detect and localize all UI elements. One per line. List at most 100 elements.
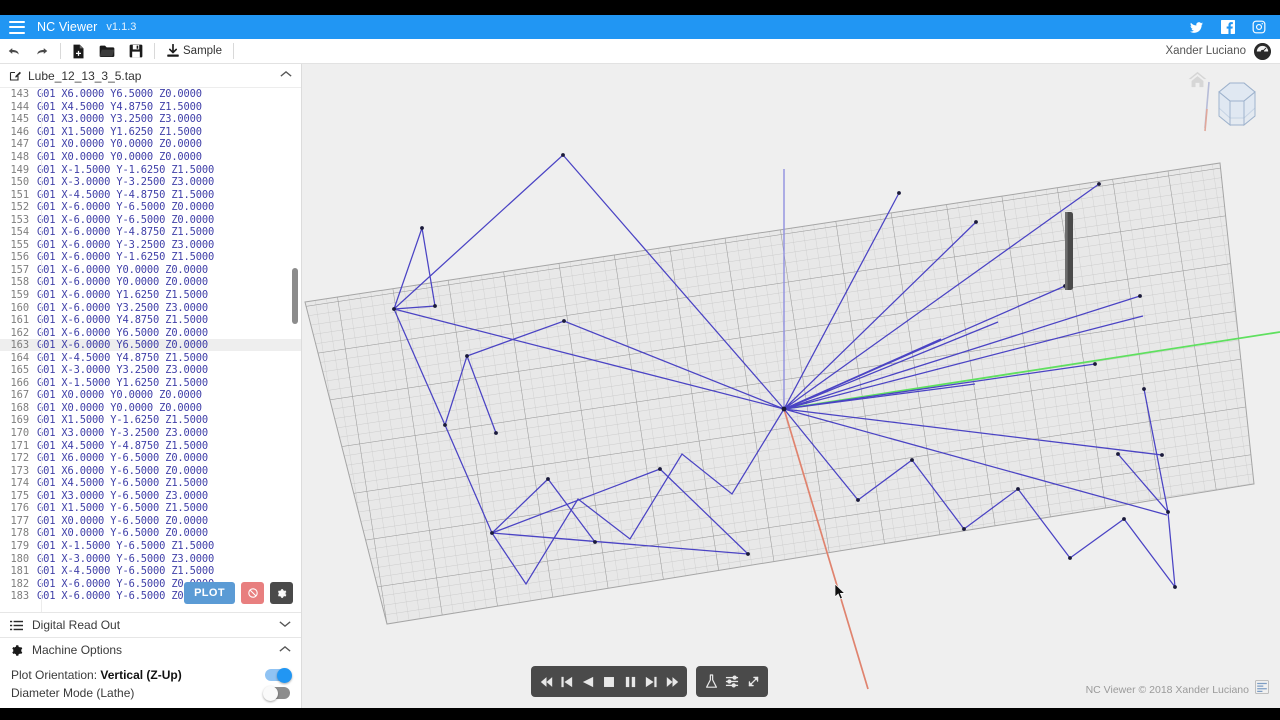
toolbar-divider-2 <box>154 43 155 59</box>
instagram-icon[interactable] <box>1252 20 1266 34</box>
code-line[interactable]: 157 G01 X-6.0000 Y0.0000 Z0.0000 <box>0 264 301 277</box>
load-sample-button[interactable]: Sample <box>159 39 229 64</box>
code-line[interactable]: 155 G01 X-6.0000 Y-3.2500 Z3.0000 <box>0 239 301 252</box>
flask-icon <box>705 674 717 688</box>
open-file-button[interactable] <box>92 39 122 64</box>
code-line[interactable]: 181 G01 X-4.5000 Y-6.5000 Z1.5000 <box>0 565 301 578</box>
code-line[interactable]: 148 G01 X0.0000 Y0.0000 Z0.0000 <box>0 151 301 164</box>
code-line[interactable]: 149 G01 X-1.5000 Y-1.6250 Z1.5000 <box>0 163 301 176</box>
code-line[interactable]: 156 G01 X-6.0000 Y-1.6250 Z1.5000 <box>0 251 301 264</box>
line-code: G01 X4.5000 Y4.8750 Z1.5000 <box>37 100 202 113</box>
line-number: 170 <box>10 427 30 440</box>
pause-button[interactable] <box>621 666 639 697</box>
option-diameter-mode: Diameter Mode (Lathe) <box>0 684 301 702</box>
code-line[interactable]: 158 G01 X-6.0000 Y0.0000 Z0.0000 <box>0 276 301 289</box>
avatar[interactable] <box>1254 42 1271 60</box>
rewind-to-start-button[interactable] <box>537 666 555 697</box>
code-line[interactable]: 159 G01 X-6.0000 Y1.6250 Z1.5000 <box>0 289 301 302</box>
code-line[interactable]: 163 G01 X-6.0000 Y6.5000 Z0.0000 <box>0 338 301 352</box>
code-line[interactable]: 166 G01 X-1.5000 Y1.6250 Z1.5000 <box>0 377 301 390</box>
editor-scrollbar[interactable] <box>292 268 298 324</box>
sidebar-item-machine-options[interactable]: Machine Options <box>0 637 301 662</box>
line-number: 158 <box>10 276 30 289</box>
rewind-to-start-icon <box>540 676 552 687</box>
code-line[interactable]: 179 G01 X-1.5000 Y-6.5000 Z1.5000 <box>0 540 301 553</box>
line-number: 165 <box>10 364 30 377</box>
sidebar-item-digital-read-out[interactable]: Digital Read Out <box>0 612 301 637</box>
code-line[interactable]: 152 G01 X-6.0000 Y-6.5000 Z0.0000 <box>0 201 301 214</box>
redo-button[interactable] <box>28 39 56 64</box>
line-code: G01 X4.5000 Y-4.8750 Z1.5000 <box>37 439 208 452</box>
pause-icon <box>625 676 635 687</box>
chevron-down-icon[interactable] <box>279 620 291 631</box>
line-number: 182 <box>10 577 30 590</box>
code-line[interactable]: 146 G01 X1.5000 Y1.6250 Z1.5000 <box>0 126 301 139</box>
code-line[interactable]: 153 G01 X-6.0000 Y-6.5000 Z0.0000 <box>0 213 301 226</box>
code-line[interactable]: 151 G01 X-4.5000 Y-4.8750 Z1.5000 <box>0 188 301 201</box>
chevron-up-icon[interactable] <box>280 70 292 81</box>
3d-viewport[interactable] <box>302 64 1280 708</box>
code-line[interactable]: 147 G01 X0.0000 Y0.0000 Z0.0000 <box>0 138 301 151</box>
code-line[interactable]: 177 G01 X0.0000 Y-6.5000 Z0.0000 <box>0 515 301 528</box>
digital-read-out-label: Digital Read Out <box>32 618 121 632</box>
code-line[interactable]: 143 G01 X6.0000 Y6.5000 Z0.0000 <box>0 88 301 101</box>
code-line[interactable]: 165 G01 X-3.0000 Y3.2500 Z3.0000 <box>0 364 301 377</box>
view-cube-gizmo[interactable] <box>1199 76 1265 147</box>
code-line[interactable]: 170 G01 X3.0000 Y-3.2500 Z3.0000 <box>0 427 301 440</box>
code-line[interactable]: 174 G01 X4.5000 Y-6.5000 Z1.5000 <box>0 477 301 490</box>
user-area[interactable]: Xander Luciano <box>1165 42 1271 60</box>
material-tool-button[interactable] <box>702 666 720 697</box>
plot-settings-button[interactable] <box>270 582 293 604</box>
file-header[interactable]: Lube_12_13_3_5.tap <box>0 64 301 88</box>
fast-forward-button[interactable] <box>663 666 681 697</box>
code-line[interactable]: 178 G01 X0.0000 Y-6.5000 Z0.0000 <box>0 527 301 540</box>
measure-button[interactable] <box>744 666 762 697</box>
code-line[interactable]: 169 G01 X1.5000 Y-1.6250 Z1.5000 <box>0 414 301 427</box>
code-line[interactable]: 161 G01 X-6.0000 Y4.8750 Z1.5000 <box>0 314 301 327</box>
fast-forward-icon <box>666 676 678 687</box>
step-forward-button[interactable] <box>642 666 660 697</box>
code-line[interactable]: 168 G01 X0.0000 Y0.0000 Z0.0000 <box>0 402 301 415</box>
footer-watermark: NC Viewer © 2018 Xander Luciano <box>1086 680 1269 699</box>
line-code: G01 X-6.0000 Y6.5000 Z0.0000 <box>37 326 208 339</box>
twitter-icon[interactable] <box>1189 21 1204 34</box>
step-backward-button[interactable] <box>558 666 576 697</box>
line-code: G01 X3.0000 Y3.2500 Z3.0000 <box>37 113 202 126</box>
code-line[interactable]: 172 G01 X6.0000 Y-6.5000 Z0.0000 <box>0 452 301 465</box>
chevron-up-icon[interactable] <box>279 645 291 656</box>
code-line[interactable]: 167 G01 X0.0000 Y0.0000 Z0.0000 <box>0 389 301 402</box>
code-editor[interactable]: 143 G01 X6.0000 Y6.5000 Z0.0000 144 G01 X4.… <box>0 88 301 612</box>
code-line[interactable]: 176 G01 X1.5000 Y-6.5000 Z1.5000 <box>0 502 301 515</box>
line-number: 156 <box>10 251 30 264</box>
line-code: G01 X1.5000 Y-6.5000 Z1.5000 <box>37 502 208 515</box>
code-line[interactable]: 145 G01 X3.0000 Y3.2500 Z3.0000 <box>0 113 301 126</box>
display-settings-button[interactable] <box>723 666 741 697</box>
facebook-icon[interactable] <box>1221 20 1235 34</box>
stop-button[interactable] <box>600 666 618 697</box>
code-line[interactable]: 180 G01 X-3.0000 Y-6.5000 Z3.0000 <box>0 552 301 565</box>
hamburger-menu-icon[interactable] <box>9 20 25 34</box>
code-line[interactable]: 144 G01 X4.5000 Y4.8750 Z1.5000 <box>0 101 301 114</box>
stop-plot-button[interactable] <box>241 582 264 604</box>
undo-icon <box>8 48 19 55</box>
line-number: 154 <box>10 226 30 239</box>
undo-button[interactable] <box>0 39 28 64</box>
playback-buttons-group <box>531 666 687 697</box>
diameter-mode-toggle[interactable] <box>263 685 290 701</box>
new-file-button[interactable] <box>65 39 92 64</box>
machine-options-body: Plot Orientation: Vertical (Z-Up) Diamet… <box>0 662 301 708</box>
code-line[interactable]: 162 G01 X-6.0000 Y6.5000 Z0.0000 <box>0 326 301 339</box>
plot-controls: PLOT <box>184 582 293 604</box>
code-line[interactable]: 175 G01 X3.0000 Y-6.5000 Z3.0000 <box>0 490 301 503</box>
code-line[interactable]: 164 G01 X-4.5000 Y4.8750 Z1.5000 <box>0 351 301 364</box>
save-button[interactable] <box>122 39 150 64</box>
plot-button[interactable]: PLOT <box>184 582 235 604</box>
code-line[interactable]: 171 G01 X4.5000 Y-4.8750 Z1.5000 <box>0 439 301 452</box>
code-line[interactable]: 160 G01 X-6.0000 Y3.2500 Z3.0000 <box>0 301 301 314</box>
code-line[interactable]: 150 G01 X-3.0000 Y-3.2500 Z3.0000 <box>0 176 301 189</box>
code-line[interactable]: 154 G01 X-6.0000 Y-4.8750 Z1.5000 <box>0 226 301 239</box>
plot-orientation-toggle[interactable] <box>265 667 292 683</box>
code-line[interactable]: 173 G01 X6.0000 Y-6.5000 Z0.0000 <box>0 464 301 477</box>
main-toolbar: Sample Xander Luciano <box>0 39 1280 64</box>
play-reverse-button[interactable] <box>579 666 597 697</box>
